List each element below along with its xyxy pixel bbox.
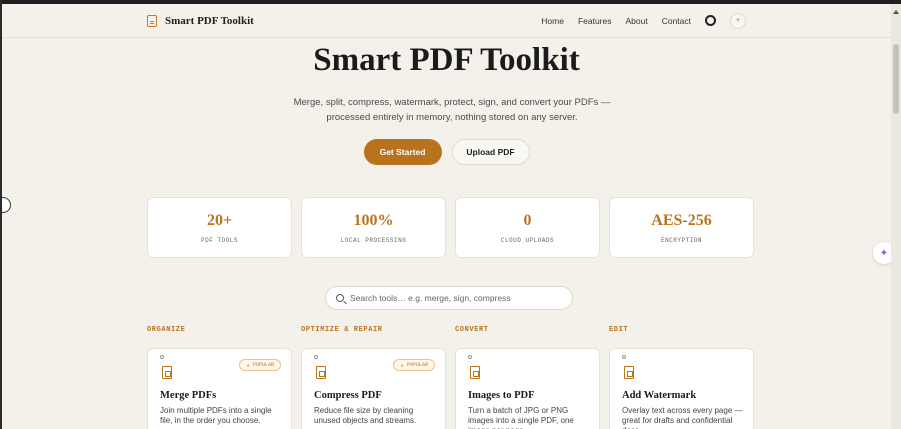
stat-value: AES-256: [651, 211, 712, 229]
scrollbar-thumb[interactable]: [893, 44, 899, 114]
document-icon: [147, 14, 157, 27]
category-organize: ORGANIZE: [147, 326, 186, 334]
nav-contact[interactable]: Contact: [662, 16, 691, 26]
star-icon: ★: [400, 361, 404, 369]
stat-card: 0 CLOUD UPLOADS: [455, 197, 600, 258]
tool-description: Overlay text across every page — great f…: [622, 406, 743, 429]
stat-label: ENCRYPTION: [660, 236, 702, 244]
tool-card-add-watermark[interactable]: Add Watermark Overlay text across every …: [609, 348, 754, 429]
watermark-icon: [624, 366, 634, 379]
badge-label: POPULAR: [252, 362, 274, 368]
brand[interactable]: Smart PDF Toolkit: [147, 14, 254, 27]
tool-title: Add Watermark: [622, 390, 697, 401]
category-headings: ORGANIZE OPTIMIZE & REPAIR CONVERT EDIT: [147, 326, 754, 334]
stat-label: CLOUD UPLOADS: [500, 236, 555, 244]
nav-features[interactable]: Features: [578, 16, 612, 26]
stats-row: 20+ PDF TOOLS 100% LOCAL PROCESSING 0 CL…: [147, 197, 754, 258]
scroll-up-icon[interactable]: [893, 10, 899, 14]
stat-card: AES-256 ENCRYPTION: [609, 197, 754, 258]
nav-home[interactable]: Home: [541, 16, 564, 26]
tool-description: Join multiple PDFs into a single file, i…: [160, 406, 272, 425]
brand-title: Smart PDF Toolkit: [165, 14, 254, 27]
search-icon: [336, 294, 344, 302]
tool-card-compress[interactable]: ★ POPULAR Compress PDF Reduce file size b…: [301, 348, 446, 429]
tool-title: Compress PDF: [314, 390, 382, 401]
stat-value: 20+: [206, 211, 233, 229]
hero-subtitle-line1: Merge, split, compress, watermark, prote…: [293, 97, 611, 108]
main-nav: Home Features About Contact ☀: [541, 12, 746, 29]
tool-card-merge[interactable]: ★ POPULAR Merge PDFs Join multiple PDFs i…: [147, 348, 292, 429]
pin-icon: [160, 355, 164, 359]
github-icon[interactable]: [705, 15, 716, 26]
image-convert-icon: [470, 366, 480, 379]
star-icon: ★: [246, 361, 250, 369]
navbar: Smart PDF Toolkit Home Features About Co…: [2, 4, 891, 38]
tool-description: Reduce file size by cleaning unused obje…: [314, 406, 417, 425]
theme-toggle-button[interactable]: ☀: [730, 12, 746, 29]
stat-card: 20+ PDF TOOLS: [147, 197, 292, 258]
page-frame: Smart PDF Toolkit Home Features About Co…: [0, 0, 901, 429]
hero-title: Smart PDF Toolkit: [313, 42, 580, 78]
category-edit: EDIT: [609, 326, 629, 334]
nav-about[interactable]: About: [625, 16, 647, 26]
tool-title: Merge PDFs: [160, 390, 217, 401]
stat-card: 100% LOCAL PROCESSING: [301, 197, 446, 258]
hero-subtitle: Merge, split, compress, watermark, prote…: [252, 95, 652, 125]
popular-badge: ★ POPULAR: [393, 359, 435, 371]
get-started-button[interactable]: Get Started: [363, 139, 442, 165]
category-optimize-repair: OPTIMIZE & REPAIR: [301, 326, 383, 334]
tool-description: Turn a batch of JPG or PNG images into a…: [468, 406, 574, 429]
tool-cards: ★ POPULAR Merge PDFs Join multiple PDFs i…: [147, 348, 754, 429]
tool-card-images-to-pdf[interactable]: Images to PDF Turn a batch of JPG or PNG…: [455, 348, 600, 429]
badge-label: POPULAR: [406, 362, 428, 368]
tool-title: Images to PDF: [468, 390, 535, 401]
stat-value: 100%: [353, 211, 394, 229]
compress-icon: [316, 366, 326, 379]
merge-icon: [162, 366, 172, 379]
upload-pdf-button[interactable]: Upload PDF: [451, 139, 530, 165]
pin-icon: [314, 355, 318, 359]
pin-icon: [622, 355, 626, 359]
stat-label: PDF TOOLS: [201, 236, 238, 244]
left-resize-handle[interactable]: [2, 197, 11, 213]
popular-badge: ★ POPULAR: [239, 359, 281, 371]
stat-label: LOCAL PROCESSING: [340, 236, 407, 244]
search-input[interactable]: [350, 293, 560, 303]
scrollbar[interactable]: [891, 4, 901, 429]
hero-subtitle-line2: processed entirely in memory, nothing st…: [326, 112, 578, 123]
hero-actions: Get Started Upload PDF: [2, 139, 891, 165]
category-convert: CONVERT: [455, 326, 489, 334]
tool-search[interactable]: [325, 286, 573, 310]
stat-value: 0: [523, 211, 532, 229]
pin-icon: [468, 355, 472, 359]
